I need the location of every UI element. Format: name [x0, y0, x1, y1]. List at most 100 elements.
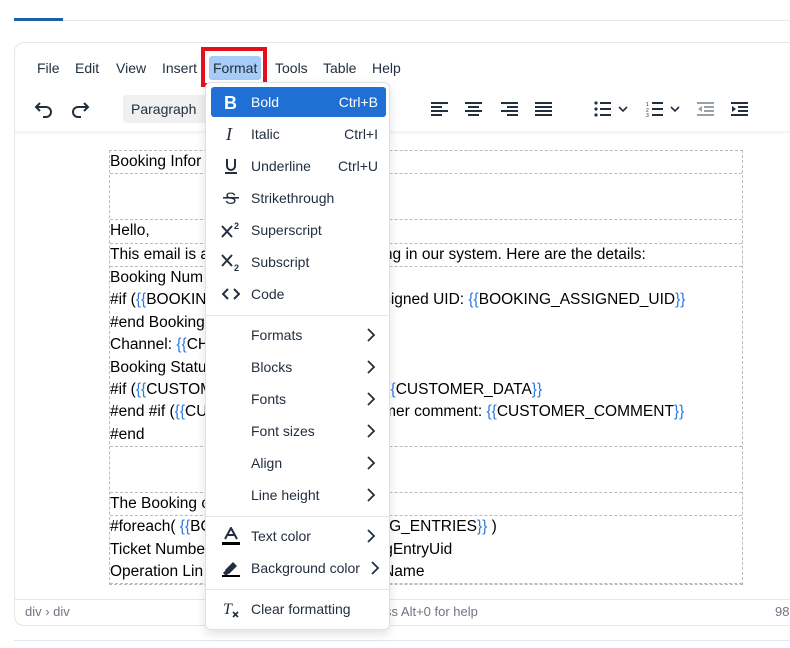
template-brace: {{	[135, 380, 147, 398]
menu-table[interactable]: Table	[319, 56, 360, 80]
template-brace: {{	[176, 336, 187, 354]
content-text: Booking Statu	[110, 358, 207, 376]
content-text: #foreach(	[110, 518, 180, 536]
format-menu-blocks[interactable]: Blocks	[211, 352, 386, 382]
menu-tools[interactable]: Tools	[271, 56, 312, 80]
svg-text:2: 2	[234, 263, 239, 271]
text-color-icon	[221, 526, 241, 546]
menu-separator	[206, 589, 389, 590]
format-menu-label: Superscript	[251, 222, 322, 238]
format-menu-italic[interactable]: I Italic Ctrl+I	[211, 119, 386, 149]
menu-format[interactable]: Format	[209, 56, 262, 80]
subscript-icon: 2	[221, 252, 241, 272]
content-text: #end	[110, 425, 145, 443]
template-brace: {{	[179, 518, 191, 536]
undo-icon[interactable]	[29, 95, 59, 123]
format-menu-label: Italic	[251, 126, 280, 142]
chevron-right-icon	[366, 392, 376, 409]
menu-edit[interactable]: Edit	[71, 56, 103, 80]
menu-view[interactable]: View	[112, 56, 150, 80]
tab-divider	[63, 20, 790, 21]
format-menu-label: Underline	[251, 158, 311, 174]
format-menu-subscript[interactable]: 2 Subscript	[211, 247, 386, 277]
active-tab-indicator	[14, 18, 63, 21]
menu-insert[interactable]: Insert	[158, 56, 201, 80]
bold-icon: B	[221, 92, 241, 112]
format-menu-text-color[interactable]: Text color	[211, 521, 386, 551]
format-menu-shortcut: Ctrl+I	[344, 126, 378, 142]
menubar: File Edit View Insert Format Tools Table…	[15, 53, 790, 83]
format-menu-code[interactable]: Code	[211, 279, 386, 309]
svg-text:I: I	[225, 125, 233, 143]
strikethrough-icon: S	[221, 188, 241, 208]
template-brace: }}	[673, 403, 685, 421]
align-left-icon[interactable]	[425, 95, 455, 123]
content-text: #end Booking	[110, 313, 205, 331]
format-menu-label: Blocks	[251, 359, 293, 375]
format-menu-label: Code	[251, 286, 285, 302]
format-menu-label: Fonts	[251, 391, 287, 407]
format-menu-underline[interactable]: Underline Ctrl+U	[211, 151, 386, 181]
rich-text-editor: File Edit View Insert Format Tools Table…	[14, 42, 790, 626]
outdent-icon[interactable]	[691, 95, 721, 123]
content-text: #if (	[110, 380, 136, 398]
element-path[interactable]: div › div	[25, 604, 70, 619]
background-color-icon	[221, 558, 241, 578]
format-menu-line-height[interactable]: Line height	[211, 480, 386, 510]
content-text: CUSTOM	[146, 380, 214, 398]
format-menu-font-sizes[interactable]: Font sizes	[211, 416, 386, 446]
content-text: Hello,	[110, 222, 150, 240]
format-menu-strikethrough[interactable]: S Strikethrough	[211, 183, 386, 213]
content-text: #if (	[110, 291, 136, 309]
justify-icon[interactable]	[529, 95, 559, 123]
redo-icon[interactable]	[65, 95, 95, 123]
content-text: Booking Infor	[110, 153, 202, 170]
format-menu-superscript[interactable]: 2 Superscript	[211, 215, 386, 245]
format-menu-label: Subscript	[251, 254, 310, 270]
format-menu-background-color[interactable]: Background color	[211, 553, 386, 583]
content-text: The Booking c	[110, 494, 210, 512]
svg-text:3: 3	[646, 113, 649, 117]
template-brace: }}	[675, 291, 686, 309]
format-menu-fonts[interactable]: Fonts	[211, 384, 386, 414]
bullet-list-icon[interactable]	[589, 95, 635, 123]
content-text: Booking Num	[110, 268, 204, 286]
menu-file[interactable]: File	[33, 56, 64, 80]
format-menu-label: Line height	[251, 487, 320, 503]
format-menu-label: Background color	[251, 560, 360, 576]
format-menu-shortcut: Ctrl+B	[338, 94, 378, 110]
editor-content[interactable]: Booking Infor Hello, This email is a booki…	[15, 135, 790, 597]
block-format-select[interactable]: Paragraph	[123, 95, 211, 123]
template-brace: }}	[476, 518, 488, 536]
align-center-icon[interactable]	[459, 95, 489, 123]
format-menu-clear-formatting[interactable]: T Clear formatting	[211, 594, 386, 624]
format-menu-align[interactable]: Align	[211, 448, 386, 478]
menu-help[interactable]: Help	[368, 56, 405, 80]
help-hint: ss Alt+0 for help	[385, 604, 478, 619]
format-menu-label: Bold	[251, 94, 280, 110]
format-menu-label: Text color	[251, 528, 311, 544]
next-panel	[14, 640, 790, 648]
content-text: Operation Lin	[110, 563, 204, 581]
template-brace: {{	[135, 291, 147, 309]
word-count[interactable]: 98	[775, 604, 789, 619]
align-right-icon[interactable]	[495, 95, 525, 123]
numbered-list-icon[interactable]: 123	[641, 95, 687, 123]
content-text: CUSTOMER_DATA	[395, 380, 532, 398]
format-menu-bold[interactable]: B Bold Ctrl+B	[211, 87, 386, 117]
format-menu-label: Font sizes	[251, 423, 315, 439]
format-menu-label: Strikethrough	[251, 190, 335, 206]
svg-text:2: 2	[234, 221, 239, 231]
indent-icon[interactable]	[725, 95, 755, 123]
content-text: CUSTOMER_COMMENT	[496, 403, 674, 421]
format-menu-formats[interactable]: Formats	[211, 320, 386, 350]
menu-separator	[206, 516, 389, 517]
code-icon	[221, 284, 241, 304]
content-text: BOOKING_ASSIGNED_UID	[478, 291, 676, 309]
toolbar: Paragraph 123	[15, 91, 790, 127]
superscript-icon: 2	[221, 220, 241, 240]
menu-separator	[206, 315, 389, 316]
content-text: )	[487, 518, 497, 536]
format-menu-shortcut: Ctrl+U	[337, 158, 378, 174]
svg-text:T: T	[223, 601, 233, 618]
